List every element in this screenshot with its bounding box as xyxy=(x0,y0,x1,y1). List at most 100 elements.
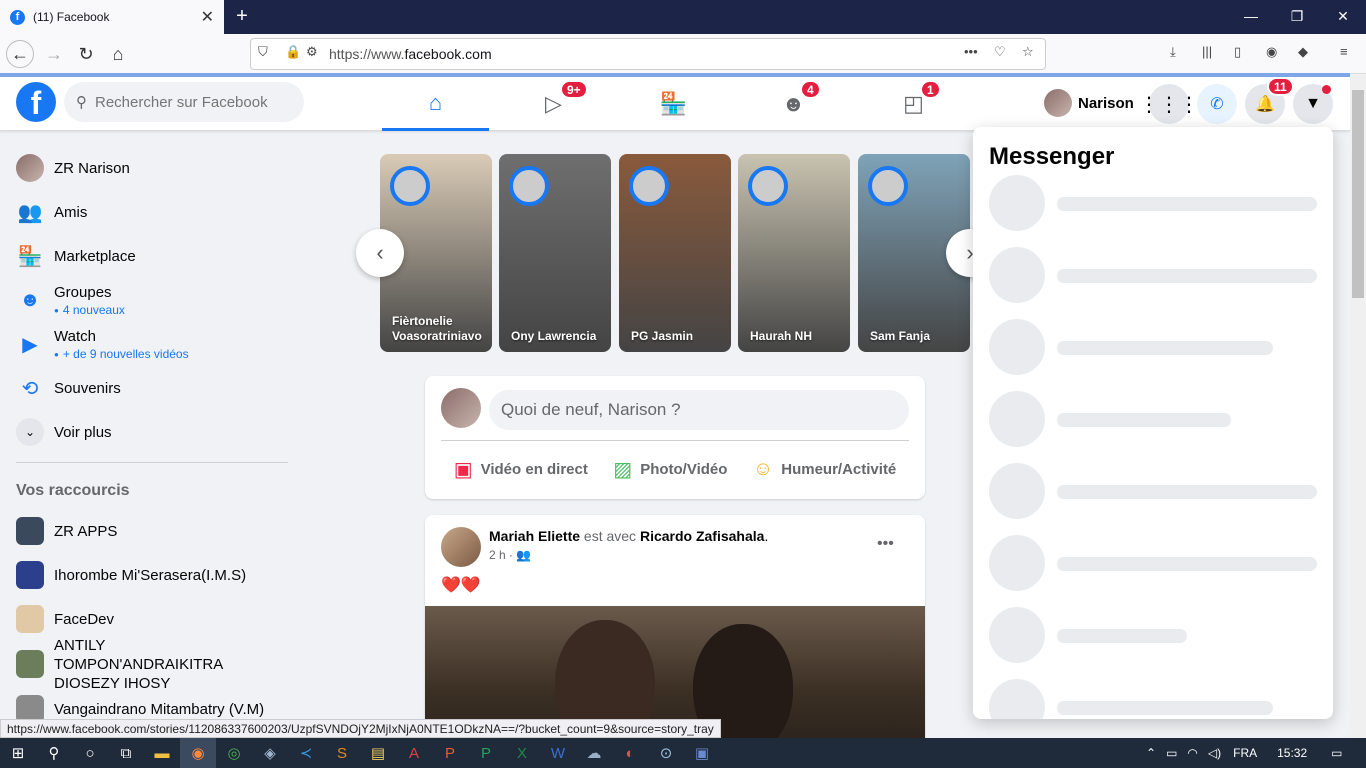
vscode-icon[interactable]: ≺ xyxy=(288,738,324,768)
app-cube-icon[interactable]: ◈ xyxy=(252,738,288,768)
sidebar-item-friends[interactable]: 👥 Amis xyxy=(8,190,298,234)
nav-gaming-tab[interactable]: ◰ 1 xyxy=(860,77,967,131)
sidebar-item-label: Watch xyxy=(54,327,96,345)
url-bar[interactable]: https://www. facebook.com xyxy=(250,38,1046,70)
notification-center-icon[interactable]: ▭ xyxy=(1331,746,1342,760)
windows-start-icon[interactable]: ⊞ xyxy=(0,738,36,768)
excel-icon[interactable]: X xyxy=(504,738,540,768)
nav-home-tab[interactable]: ⌂ xyxy=(382,77,489,131)
clock[interactable]: 15:32 xyxy=(1277,746,1307,760)
library-icon[interactable]: ||| xyxy=(1202,44,1212,59)
sidebar-icon[interactable]: ▯ xyxy=(1234,44,1241,60)
post-options-button[interactable]: ••• xyxy=(877,535,894,553)
shortcut-item[interactable]: ZR APPS xyxy=(8,509,298,553)
sublime-icon[interactable]: S xyxy=(324,738,360,768)
new-tab-button[interactable]: + xyxy=(230,4,254,28)
network-app-icon[interactable]: ☁ xyxy=(576,738,612,768)
close-window-button[interactable]: ✕ xyxy=(1320,0,1366,34)
browser-tab-bar: f (11) Facebook ✕ + — ❐ ✕ xyxy=(0,0,1366,34)
battery-icon[interactable]: ▭ xyxy=(1166,746,1177,760)
wifi-icon[interactable]: ◠ xyxy=(1187,746,1197,760)
shield-icon[interactable]: ⛉ xyxy=(258,44,268,60)
messenger-button[interactable]: ✆ xyxy=(1197,84,1237,124)
story-card[interactable]: PG Jasmin xyxy=(619,154,731,352)
browser-app-icon[interactable]: ◐ xyxy=(612,738,648,768)
sidebar-item-see-more[interactable]: ⌄ Voir plus xyxy=(8,410,298,454)
avatar[interactable] xyxy=(441,527,481,567)
maps-app-icon[interactable]: ⊙ xyxy=(648,738,684,768)
video-icon: ▷ xyxy=(545,91,562,116)
profile-shortcut[interactable]: Narison xyxy=(1044,85,1134,121)
cortana-icon[interactable]: ○ xyxy=(72,738,108,768)
account-icon[interactable]: ◉ xyxy=(1266,44,1277,60)
chrome-icon[interactable]: ◎ xyxy=(216,738,252,768)
permissions-icon[interactable]: ⚙ xyxy=(306,44,318,60)
downloads-icon[interactable]: ⤓ xyxy=(1170,44,1176,60)
facebook-favicon-icon: f xyxy=(10,9,25,25)
feeling-activity-button[interactable]: ☺ Humeur/Activité xyxy=(753,458,896,481)
story-author: Ony Lawrencia xyxy=(511,329,597,343)
story-avatar xyxy=(390,166,430,206)
shortcut-item[interactable]: FaceDev xyxy=(8,597,298,641)
notes-icon[interactable]: ▤ xyxy=(360,738,396,768)
search-box[interactable]: ⚲ xyxy=(64,82,304,122)
task-view-icon[interactable]: ⧉ xyxy=(108,738,144,768)
menu-icon[interactable]: ≡ xyxy=(1340,44,1348,59)
facebook-header: f ⚲ ⌂ ▷ 9+ 🏪 ☻ 4 ◰ 1 Narison ⋮⋮⋮ ✆ 🔔 11 … xyxy=(0,77,1350,131)
publisher-icon[interactable]: P xyxy=(468,738,504,768)
feed-post: Mariah Eliette est avec Ricardo Zafisaha… xyxy=(425,515,925,738)
sidebar-item-groups[interactable]: ☻ Groupes 4 nouveaux xyxy=(8,278,298,322)
post-author[interactable]: Mariah Eliette xyxy=(489,528,580,544)
tab-close-button[interactable]: ✕ xyxy=(201,7,214,27)
home-icon[interactable]: ⌂ xyxy=(104,40,132,68)
sidebar-item-profile[interactable]: ZR Narison xyxy=(8,146,298,190)
post-time[interactable]: 2 h · xyxy=(489,548,513,562)
composer-input[interactable]: Quoi de neuf, Narison ? xyxy=(489,390,909,430)
story-card[interactable]: Haurah NH xyxy=(738,154,850,352)
nav-groups-tab[interactable]: ☻ 4 xyxy=(740,77,847,131)
shortcut-item[interactable]: ANTILY TOMPON'ANDRAIKITRA DIOSEZY IHOSY xyxy=(8,637,298,692)
forward-icon[interactable]: → xyxy=(40,40,68,68)
language-indicator[interactable]: FRA xyxy=(1233,746,1257,760)
file-explorer-icon[interactable]: ▬ xyxy=(144,738,180,768)
photo-video-button[interactable]: ▨ Photo/Vidéo xyxy=(613,457,727,482)
nav-watch-tab[interactable]: ▷ 9+ xyxy=(500,77,607,131)
access-icon[interactable]: A xyxy=(396,738,432,768)
search-input[interactable] xyxy=(95,93,285,111)
stories-prev-button[interactable]: ‹ xyxy=(356,229,404,277)
nav-marketplace-tab[interactable]: 🏪 xyxy=(620,77,727,131)
search-icon[interactable]: ⚲ xyxy=(36,738,72,768)
back-icon[interactable]: ← xyxy=(6,40,34,68)
action-label: Vidéo en direct xyxy=(480,461,588,478)
firefox-icon[interactable]: ◉ xyxy=(180,738,216,768)
shortcut-item[interactable]: Ihorombe Mi'Serasera(I.M.S) xyxy=(8,553,298,597)
browser-tab[interactable]: f (11) Facebook ✕ xyxy=(0,0,224,34)
groups-badge: 4 xyxy=(800,80,821,99)
minimize-button[interactable]: — xyxy=(1228,0,1274,34)
powerpoint-icon[interactable]: P xyxy=(432,738,468,768)
facebook-logo-icon[interactable]: f xyxy=(16,82,56,122)
restore-button[interactable]: ❐ xyxy=(1274,0,1320,34)
story-card[interactable]: Ony Lawrencia xyxy=(499,154,611,352)
page-scrollbar-thumb[interactable] xyxy=(1352,90,1364,298)
word-icon[interactable]: W xyxy=(540,738,576,768)
volume-icon[interactable]: ◁) xyxy=(1208,746,1221,760)
menu-grid-button[interactable]: ⋮⋮⋮ xyxy=(1139,84,1199,124)
story-author: PG Jasmin xyxy=(631,329,694,343)
tray-overflow-icon[interactable]: ⌃ xyxy=(1146,746,1156,760)
left-sidebar: ZR Narison 👥 Amis 🏪 Marketplace ☻ Groupe… xyxy=(8,146,298,731)
watch-badge: 9+ xyxy=(560,80,588,99)
sidebar-item-memories[interactable]: ⟲ Souvenirs xyxy=(8,366,298,410)
url-prefix: https://www. xyxy=(329,46,405,62)
pocket-icon[interactable]: ♡ xyxy=(994,44,1006,60)
bookmark-star-icon[interactable]: ☆ xyxy=(1022,44,1034,60)
sidebar-item-watch[interactable]: ▶ Watch + de 9 nouvelles vidéos xyxy=(8,322,298,366)
page-actions-icon[interactable]: ••• xyxy=(964,44,978,59)
extension-icon[interactable]: ◆ xyxy=(1298,44,1308,60)
sidebar-item-marketplace[interactable]: 🏪 Marketplace xyxy=(8,234,298,278)
photos-app-icon[interactable]: ▣ xyxy=(684,738,720,768)
post-tagged-user[interactable]: Ricardo Zafisahala xyxy=(640,528,765,544)
reload-icon[interactable]: ↻ xyxy=(72,40,100,68)
lock-icon[interactable]: 🔒 xyxy=(285,44,301,60)
live-video-button[interactable]: ▣ Vidéo en direct xyxy=(454,457,588,482)
